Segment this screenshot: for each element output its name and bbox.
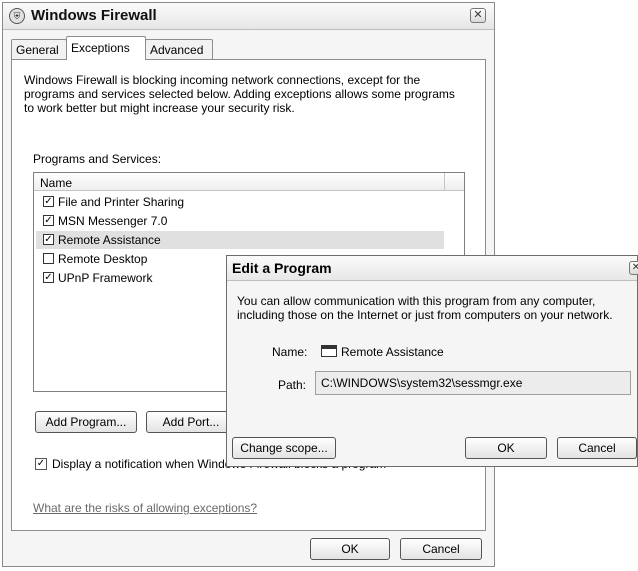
checkbox[interactable]: ✓	[43, 215, 54, 226]
list-header-name[interactable]: Name	[34, 173, 444, 191]
checkbox[interactable]: ✓	[43, 196, 54, 207]
add-port-button[interactable]: Add Port...	[146, 411, 236, 433]
exceptions-description: Windows Firewall is blocking incoming ne…	[24, 73, 455, 115]
dialog-description: You can allow communication with this pr…	[237, 294, 613, 322]
add-program-button[interactable]: Add Program...	[35, 411, 137, 433]
checkbox[interactable]	[43, 253, 54, 264]
path-field[interactable]: C:\WINDOWS\system32\sessmgr.exe	[315, 371, 631, 395]
name-label: Name:	[272, 345, 308, 359]
dialog-title: Edit a Program	[232, 260, 332, 276]
close-button[interactable]: ✕	[470, 8, 486, 23]
title-bar: ⛨ Windows Firewall ✕	[3, 3, 494, 30]
risks-link[interactable]: What are the risks of allowing exception…	[33, 501, 257, 515]
dialog-cancel-button[interactable]: Cancel	[557, 437, 637, 459]
tab-advanced[interactable]: Advanced	[145, 39, 213, 59]
ok-button[interactable]: OK	[310, 538, 390, 560]
program-window-icon	[321, 345, 337, 357]
cancel-button[interactable]: Cancel	[400, 538, 482, 560]
programs-services-label: Programs and Services:	[33, 152, 162, 166]
dialog-close-icon[interactable]: ✕	[629, 261, 638, 275]
checkbox[interactable]: ✓	[43, 272, 54, 283]
name-value: Remote Assistance	[341, 345, 444, 359]
list-header-spacer	[444, 173, 464, 191]
path-label: Path:	[278, 378, 307, 392]
firewall-icon: ⛨	[9, 8, 25, 24]
window-title: Windows Firewall	[31, 7, 157, 24]
tab-exceptions[interactable]: Exceptions	[66, 36, 146, 60]
edit-program-dialog: Edit a Program ✕ You can allow communica…	[226, 255, 638, 467]
tab-general[interactable]: General	[11, 39, 67, 59]
list-item-label: MSN Messenger 7.0	[58, 214, 168, 228]
change-scope-button[interactable]: Change scope...	[232, 437, 336, 459]
dialog-title-bar: Edit a Program ✕	[227, 256, 638, 281]
list-item[interactable]: ✓ File and Printer Sharing	[36, 193, 444, 211]
list-item-label: UPnP Framework	[58, 271, 153, 285]
list-item-label: File and Printer Sharing	[58, 195, 185, 209]
column-name-label: Name	[40, 176, 73, 190]
list-item-label: Remote Assistance	[58, 233, 161, 247]
list-item-label: Remote Desktop	[58, 252, 148, 266]
checkbox[interactable]: ✓	[43, 234, 54, 245]
dialog-ok-button[interactable]: OK	[465, 437, 547, 459]
list-item[interactable]: ✓ MSN Messenger 7.0	[36, 212, 444, 230]
list-item-selected[interactable]: ✓ Remote Assistance	[36, 231, 444, 249]
notify-checkbox[interactable]: ✓	[35, 458, 47, 470]
